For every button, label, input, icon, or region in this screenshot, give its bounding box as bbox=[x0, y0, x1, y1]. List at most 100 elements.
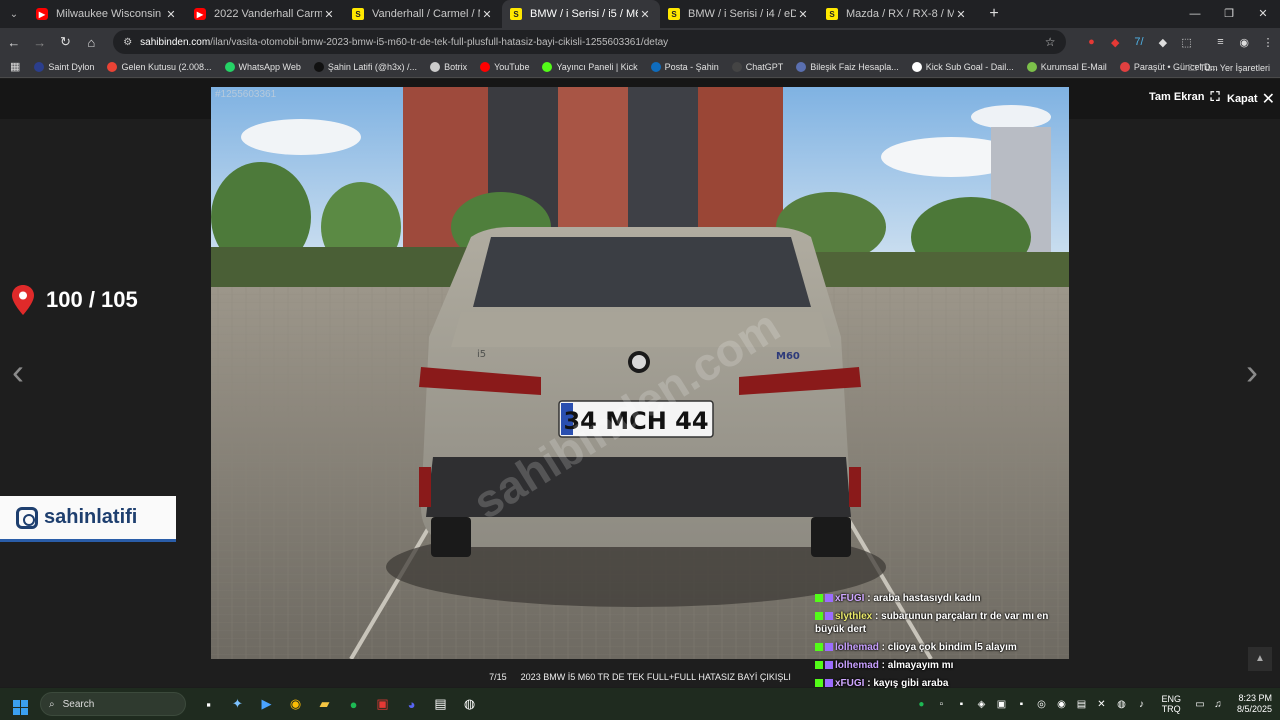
tab-close-icon[interactable]: ✕ bbox=[638, 8, 652, 21]
discord-icon[interactable]: ◕ bbox=[397, 697, 426, 712]
volume-icon[interactable]: ♫ bbox=[1209, 699, 1227, 710]
listing-photo: i5 M60 34 MCH 44 sahibinden.com #1255603… bbox=[211, 87, 1069, 659]
tray-app-icon-1[interactable]: ▫ bbox=[931, 699, 951, 710]
tab-title: Vanderhall / Carmel / MARSEL bbox=[372, 8, 480, 20]
sahibinden-icon: S bbox=[668, 8, 680, 20]
obs-icon[interactable]: ◍ bbox=[455, 696, 484, 712]
extension-red-icon[interactable]: ● bbox=[1080, 36, 1104, 48]
bookmark-favicon-icon bbox=[1026, 61, 1037, 72]
chat-username: xFUGI bbox=[835, 593, 865, 604]
home-button[interactable]: ⌂ bbox=[79, 35, 103, 50]
bookmark-item[interactable]: Kick Sub Goal - Dail... bbox=[911, 61, 1014, 72]
browser-menu-icon[interactable]: ⋮ bbox=[1256, 36, 1280, 49]
bookmark-item[interactable]: Gelen Kutusu (2.008... bbox=[107, 61, 212, 72]
tab-close-icon[interactable]: ✕ bbox=[322, 8, 336, 21]
bookmarks-bar: ▦ Saint Dylon Gelen Kutusu (2.008... Whats… bbox=[0, 56, 1280, 78]
bookmark-item[interactable]: Şahin Latifi (@h3x) /... bbox=[313, 61, 417, 72]
bookmark-label: ChatGPT bbox=[745, 61, 784, 72]
profile-avatar[interactable]: ◉ bbox=[1232, 36, 1256, 49]
input-language-indicator[interactable]: ENG TRQ bbox=[1161, 694, 1181, 714]
task-view-icon[interactable]: ▪ bbox=[194, 697, 223, 712]
bookmark-item[interactable]: Posta - Şahin bbox=[650, 61, 719, 72]
bookmark-item[interactable]: Kurumsal E-Mail bbox=[1026, 61, 1107, 72]
tray-app-icon-7[interactable]: ▤ bbox=[1071, 699, 1091, 710]
tab-close-icon[interactable]: ✕ bbox=[954, 8, 968, 21]
chrome-icon[interactable]: ◉ bbox=[281, 696, 310, 712]
copilot-icon[interactable]: ✦ bbox=[223, 696, 252, 712]
browser-tab[interactable]: S Vanderhall / Carmel / MARSEL✕ bbox=[344, 0, 502, 28]
fullscreen-button[interactable]: Tam Ekran ⛶ bbox=[1149, 89, 1220, 105]
address-bar[interactable]: ⚙ sahibinden.com /ilan/vasita-otomobil-b… bbox=[113, 30, 1066, 54]
start-button[interactable] bbox=[0, 694, 40, 715]
reload-button[interactable]: ↻ bbox=[54, 34, 78, 50]
minimize-button[interactable]: — bbox=[1178, 0, 1212, 28]
terminal-icon[interactable]: ▤ bbox=[426, 696, 455, 712]
bookmark-favicon-icon bbox=[542, 61, 553, 72]
subscriber-badge-icon bbox=[825, 612, 833, 621]
bookmark-item[interactable]: Botrix bbox=[430, 61, 467, 72]
apps-grid-icon[interactable]: ▦ bbox=[10, 60, 20, 73]
restore-button[interactable]: ❐ bbox=[1212, 0, 1246, 28]
previous-photo-arrow[interactable]: ‹ bbox=[12, 351, 24, 393]
bookmark-item[interactable]: Saint Dylon bbox=[34, 61, 94, 72]
close-icon: ✕ bbox=[1261, 91, 1275, 108]
tray-app-icon-4[interactable]: ▣ bbox=[991, 699, 1011, 710]
tab-close-icon[interactable]: ✕ bbox=[796, 8, 810, 21]
tab-search-button[interactable]: ⌄ bbox=[0, 0, 28, 28]
extension-diamond-icon[interactable]: ◆ bbox=[1151, 36, 1175, 49]
extensions-puzzle-icon[interactable]: ⬚ bbox=[1175, 36, 1199, 49]
obs-record-icon[interactable]: ▣ bbox=[368, 696, 397, 712]
close-viewer-button[interactable]: Kapat ✕ bbox=[1227, 89, 1275, 109]
file-explorer-icon[interactable]: ▰ bbox=[310, 696, 339, 712]
new-tab-button[interactable]: + bbox=[982, 5, 1006, 23]
scroll-top-button[interactable]: ▲ bbox=[1248, 647, 1272, 671]
taskbar-search[interactable]: ⌕ Search bbox=[40, 692, 186, 716]
tray-app-icon-6[interactable]: ◎ bbox=[1031, 699, 1051, 710]
tray-green-icon[interactable]: ● bbox=[911, 699, 931, 710]
kick-badge-icon bbox=[815, 612, 823, 621]
url-path: /ilan/vasita-otomobil-bmw-2023-bmw-i5-m6… bbox=[210, 36, 669, 48]
browser-tab[interactable]: S BMW / i Serisi / i4 / eDrive 40✕ bbox=[660, 0, 818, 28]
sahibinden-icon: S bbox=[352, 8, 364, 20]
chat-text: almayayım mı bbox=[887, 660, 954, 671]
spotify-icon[interactable]: ● bbox=[339, 697, 368, 712]
browser-tab[interactable]: S Mazda / RX / RX-8 / MAMİ GA✕ bbox=[818, 0, 976, 28]
browser-tab[interactable]: ▶ 2022 Vanderhall Carmel - YouTube✕ bbox=[186, 0, 344, 28]
tray-app-icon-3[interactable]: ◈ bbox=[971, 699, 991, 710]
tray-app-icon-2[interactable]: ▪ bbox=[951, 699, 971, 710]
bookmark-item[interactable]: WhatsApp Web bbox=[224, 61, 301, 72]
all-bookmarks-folder[interactable]: 🗀 Tüm Yer İşaretleri bbox=[1188, 61, 1270, 77]
chat-text: araba hastasıydı kadın bbox=[873, 593, 981, 604]
tray-app-icon-8[interactable]: ✕ bbox=[1091, 699, 1111, 710]
steam-icon[interactable]: ◉ bbox=[1051, 699, 1071, 710]
tab-close-icon[interactable]: ✕ bbox=[164, 8, 178, 21]
bookmark-item[interactable]: Bileşik Faiz Hesapla... bbox=[796, 61, 899, 72]
clock-time: 8:23 PM bbox=[1238, 693, 1272, 703]
bookmark-item[interactable]: Yayıncı Paneli | Kick bbox=[542, 61, 638, 72]
back-button[interactable]: ← bbox=[2, 35, 26, 50]
bookmark-item[interactable]: ChatGPT bbox=[731, 61, 784, 72]
tab-title: BMW / i Serisi / i5 / M60 xDrive bbox=[530, 8, 638, 20]
site-info-icon[interactable]: ⚙ bbox=[123, 37, 132, 48]
bookmark-star-icon[interactable]: ☆ bbox=[1045, 35, 1056, 49]
tab-close-icon[interactable]: ✕ bbox=[480, 8, 494, 21]
close-label: Kapat bbox=[1227, 93, 1258, 105]
tray-app-icon-9[interactable]: ◍ bbox=[1111, 699, 1131, 710]
extension-shield-icon[interactable]: ◆ bbox=[1103, 36, 1127, 49]
bookmark-favicon-icon bbox=[796, 61, 807, 72]
microphone-icon[interactable]: ♪ bbox=[1131, 699, 1151, 710]
media-control-icon[interactable]: ≡ bbox=[1209, 36, 1233, 48]
browser-tab[interactable]: ▶ Milwaukee Wisconsin City Drive✕ bbox=[28, 0, 186, 28]
extension-translate-icon[interactable]: 7/ bbox=[1127, 36, 1151, 48]
taskbar-clock[interactable]: 8:23 PM 8/5/2025 bbox=[1237, 693, 1272, 715]
next-photo-arrow[interactable]: › bbox=[1246, 351, 1258, 393]
forward-button[interactable]: → bbox=[28, 35, 52, 50]
media-player-icon[interactable]: ▶ bbox=[252, 696, 281, 712]
bookmark-item[interactable]: YouTube bbox=[480, 61, 529, 72]
tray-app-icon-5[interactable]: ▪ bbox=[1011, 699, 1031, 710]
counter-text: 100 / 105 bbox=[46, 287, 138, 312]
close-window-button[interactable]: ✕ bbox=[1246, 0, 1280, 28]
browser-tab[interactable]: S BMW / i Serisi / i5 / M60 xDrive✕ bbox=[502, 0, 660, 28]
network-icon[interactable]: ▭ bbox=[1191, 699, 1209, 710]
subscriber-badge-icon bbox=[825, 594, 833, 603]
